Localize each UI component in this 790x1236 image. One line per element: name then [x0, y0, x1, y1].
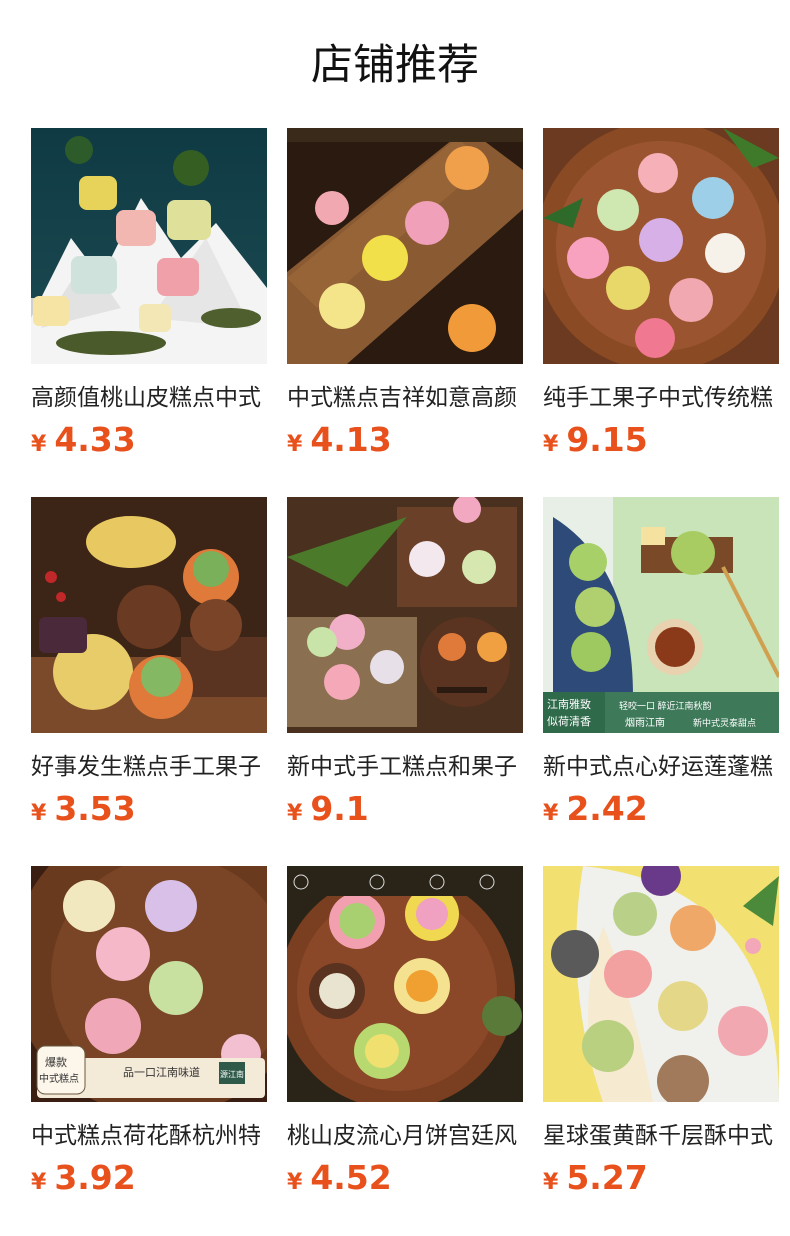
price-value: 9.1 [310, 789, 369, 828]
product-price: ¥ 3.53 [31, 789, 267, 829]
product-price: ¥ 9.15 [543, 420, 779, 460]
currency-symbol: ¥ [31, 432, 47, 457]
product-price: ¥ 3.92 [31, 1158, 267, 1198]
product-card[interactable]: 中式糕点吉祥如意高颜 ¥ 4.13 [287, 128, 523, 460]
currency-symbol: ¥ [287, 1170, 303, 1195]
product-name[interactable]: 高颜值桃山皮糕点中式 [31, 382, 267, 414]
product-image[interactable] [287, 128, 523, 364]
product-image[interactable]: 爆款 中式糕点 品一口江南味道 源江南 [31, 866, 267, 1102]
price-value: 3.92 [54, 1158, 136, 1197]
product-price: ¥ 5.27 [543, 1158, 779, 1198]
product-price: ¥ 9.1 [287, 789, 523, 829]
product-image[interactable] [31, 128, 267, 364]
price-value: 4.33 [54, 420, 136, 459]
product-image[interactable] [287, 866, 523, 1102]
currency-symbol: ¥ [287, 801, 303, 826]
product-card[interactable]: 爆款 中式糕点 品一口江南味道 源江南 中式糕点荷花酥杭州特 ¥ 3.92 [31, 866, 267, 1198]
badge-line-1: 江南雅致 [547, 697, 591, 711]
product-image[interactable] [543, 866, 779, 1102]
stamp-text: 源江南 [220, 1069, 244, 1079]
product-image[interactable]: 江南雅致 似荷清香 轻咬一口 醉近江南秋韵 烟雨江南 新中式灵泰甜点 [543, 497, 779, 733]
product-name[interactable]: 纯手工果子中式传统糕 [543, 382, 779, 414]
product-name[interactable]: 新中式点心好运莲蓬糕 [543, 751, 779, 783]
price-value: 9.15 [566, 420, 648, 459]
product-card[interactable]: 纯手工果子中式传统糕 ¥ 9.15 [543, 128, 779, 460]
product-name[interactable]: 中式糕点吉祥如意高颜 [287, 382, 523, 414]
product-name[interactable]: 桃山皮流心月饼宫廷风 [287, 1120, 523, 1152]
product-name[interactable]: 中式糕点荷花酥杭州特 [31, 1120, 267, 1152]
product-card[interactable]: 好事发生糕点手工果子 ¥ 3.53 [31, 497, 267, 829]
page-title: 店铺推荐 [310, 40, 479, 89]
product-price: ¥ 4.33 [31, 420, 267, 460]
product-card[interactable]: 星球蛋黄酥千层酥中式 ¥ 5.27 [543, 866, 779, 1198]
price-value: 5.27 [566, 1158, 648, 1197]
price-value: 4.52 [310, 1158, 392, 1197]
badge-line-2: 中式糕点 [39, 1072, 79, 1085]
product-price: ¥ 4.52 [287, 1158, 523, 1198]
currency-symbol: ¥ [287, 432, 303, 457]
product-image[interactable] [543, 128, 779, 364]
currency-symbol: ¥ [31, 801, 47, 826]
product-name[interactable]: 好事发生糕点手工果子 [31, 751, 267, 783]
price-value: 3.53 [54, 789, 136, 828]
product-name[interactable]: 星球蛋黄酥千层酥中式 [543, 1120, 779, 1152]
caption-line-3: 新中式灵泰甜点 [693, 717, 756, 728]
caption-line-1: 轻咬一口 醉近江南秋韵 [619, 700, 712, 711]
product-price: ¥ 4.13 [287, 420, 523, 460]
caption-line-2: 烟雨江南 [625, 716, 665, 729]
badge-line-1: 爆款 [45, 1055, 67, 1069]
badge-line-2: 似荷清香 [547, 715, 591, 728]
currency-symbol: ¥ [543, 1170, 559, 1195]
product-image[interactable] [287, 497, 523, 733]
currency-symbol: ¥ [31, 1170, 47, 1195]
product-name[interactable]: 新中式手工糕点和果子 [287, 751, 523, 783]
product-card[interactable]: 新中式手工糕点和果子 ¥ 9.1 [287, 497, 523, 829]
product-card[interactable]: 江南雅致 似荷清香 轻咬一口 醉近江南秋韵 烟雨江南 新中式灵泰甜点 新中式点心… [543, 497, 779, 829]
product-card[interactable]: 桃山皮流心月饼宫廷风 ¥ 4.52 [287, 866, 523, 1198]
price-value: 4.13 [310, 420, 392, 459]
product-card[interactable]: 高颜值桃山皮糕点中式 ¥ 4.33 [31, 128, 267, 460]
currency-symbol: ¥ [543, 801, 559, 826]
price-value: 2.42 [566, 789, 648, 828]
product-image[interactable] [31, 497, 267, 733]
caption-line: 品一口江南味道 [123, 1065, 200, 1079]
currency-symbol: ¥ [543, 432, 559, 457]
product-price: ¥ 2.42 [543, 789, 779, 829]
